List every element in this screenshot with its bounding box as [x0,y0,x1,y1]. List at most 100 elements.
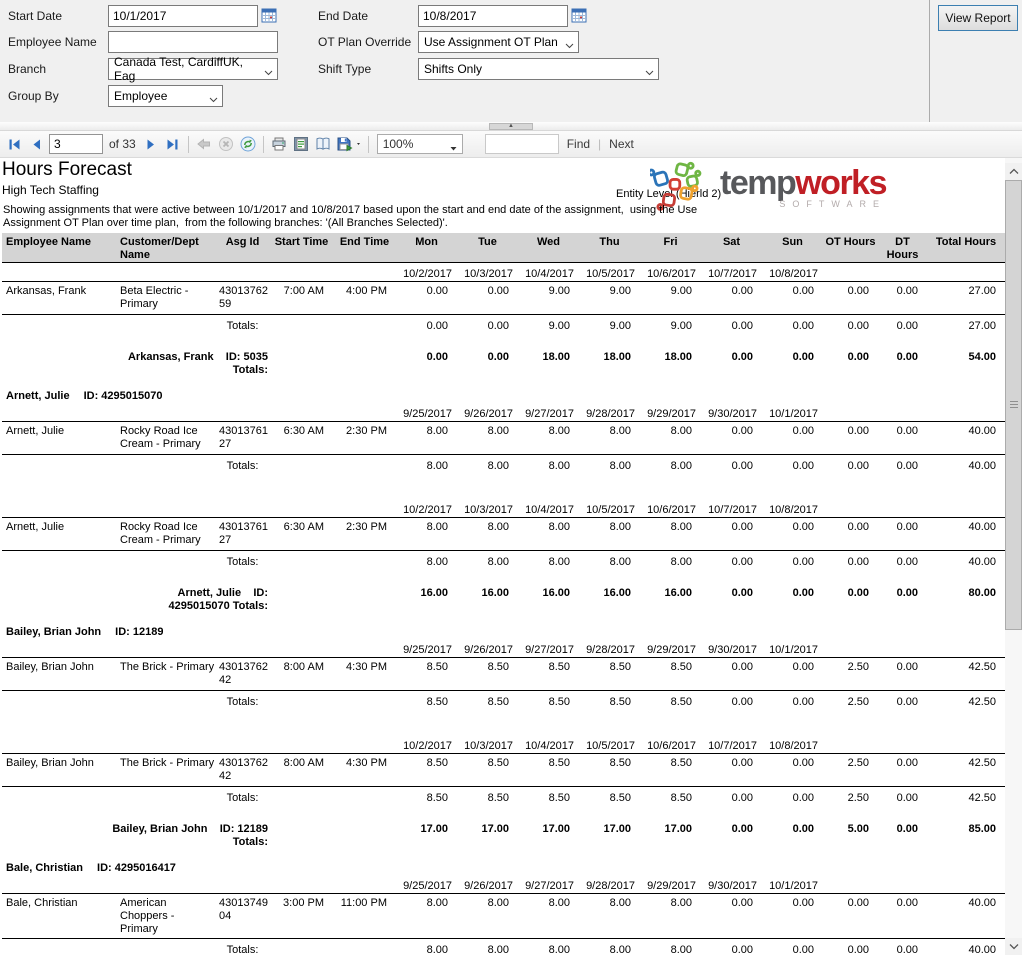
date-cell: 10/6/2017 [647,740,696,752]
day-hours-cell: 0.00 [731,425,753,437]
empty-cell [333,944,396,955]
start-date-input[interactable] [108,5,258,27]
day-total-cell: 8.50 [548,696,570,708]
week-dates-row: 10/2/2017 10/3/2017 10/4/2017 10/5/2017 10/6… [2,735,1005,754]
date-cell: 9/26/2017 [464,408,513,420]
customer-cell: The Brick - Primary [120,757,215,769]
day-total-cell: 8.50 [670,696,692,708]
end-date-calendar-icon[interactable] [571,7,589,25]
employee-name-cell: Bale, Christian [6,897,78,909]
group-header-row: Bale, Christian ID: 4295016417 [2,859,1005,875]
first-page-icon[interactable] [3,133,25,155]
day-hours-cell: 8.50 [487,661,509,673]
group-grand-total-cell: 54.00 [968,351,996,363]
shift-type-label: Shift Type [318,62,372,76]
group-day-total-cell: 17.00 [542,823,570,835]
customer-cell: Rocky Road Ice Cream - Primary [120,425,201,450]
date-cell: 10/8/2017 [769,504,818,516]
back-icon[interactable] [193,133,215,155]
day-total-cell: 9.00 [609,320,631,332]
print-icon[interactable] [268,133,290,155]
employee-name-input[interactable] [108,31,278,53]
date-cell: 10/4/2017 [525,740,574,752]
start-time-cell: 8:00 AM [283,757,324,769]
group-day-total-cell: 18.00 [603,351,631,363]
date-cell: 9/27/2017 [525,880,574,892]
employee-name-cell: Arnett, Julie [6,521,65,533]
group-by-select[interactable]: Employee [108,85,223,107]
date-cell: 10/7/2017 [708,268,757,280]
spacer-row [2,807,1005,821]
totals-row: Totals: 8.00 8.00 8.00 8.00 8.00 0.00 0.00 0.00 0… [2,551,1005,571]
ot-plan-override-select[interactable]: Use Assignment OT Plan [418,31,579,53]
day-total-cell: 8.00 [487,556,509,568]
assignment-row: Bailey, Brian John The Brick - Primary 430… [2,658,1005,691]
last-page-icon[interactable] [162,133,184,155]
totals-label: Totals: [226,460,259,472]
group-header-row: Arnett, Julie ID: 4295015070 [2,387,1005,403]
group-totals-label: Bailey, Brian John ID: 12189 Totals: [112,823,268,848]
day-hours-cell: 8.00 [548,425,570,437]
date-cell: 10/3/2017 [464,740,513,752]
find-text-input[interactable] [484,134,559,154]
date-cell: 10/6/2017 [647,504,696,516]
current-page-input[interactable] [49,134,103,154]
day-hours-cell: 8.00 [487,425,509,437]
day-hours-cell: 0.00 [731,661,753,673]
day-hours-cell: 0.00 [792,425,814,437]
start-date-calendar-icon[interactable] [261,7,279,25]
day-hours-cell: 9.00 [609,285,631,297]
collapse-parameters-handle[interactable]: ▲ [489,123,533,130]
branch-select[interactable]: Canada Test, CardiffUK, Eag [108,55,278,83]
stop-icon[interactable] [215,133,237,155]
scroll-up-icon[interactable] [1005,163,1022,180]
day-hours-cell: 0.00 [731,757,753,769]
day-total-cell: 8.00 [609,944,631,955]
shift-type-select[interactable]: Shifts Only [418,58,659,80]
end-time-cell: 4:30 PM [346,757,387,769]
asg-id-cell: 43013762 59 [219,285,268,310]
day-hours-cell: 0.00 [792,897,814,909]
dt-total-cell: 0.00 [896,792,918,804]
column-header: Tue [478,236,497,248]
ot-total-cell: 0.00 [847,556,869,568]
day-total-cell: 0.00 [792,556,814,568]
day-hours-cell: 0.00 [792,661,814,673]
end-date-input[interactable] [418,5,568,27]
previous-page-icon[interactable] [25,133,47,155]
next-page-icon[interactable] [140,133,162,155]
date-cell: 9/28/2017 [586,880,635,892]
day-hours-cell: 8.00 [426,425,448,437]
view-report-button[interactable]: View Report [938,5,1018,31]
day-hours-cell: 8.50 [487,757,509,769]
start-time-cell: 6:30 AM [283,425,324,437]
ot-hours-cell: 0.00 [847,285,869,297]
asg-id-cell: 43013761 27 [219,521,268,546]
scrollbar-thumb[interactable] [1005,180,1022,630]
find-button[interactable]: Find [567,137,590,151]
column-header: Fri [663,236,678,248]
scroll-down-icon[interactable] [1005,938,1022,955]
week-dates-row: 10/2/2017 10/3/2017 10/4/2017 10/5/2017 10/6… [2,263,1005,282]
export-icon[interactable] [334,133,364,155]
page-setup-icon[interactable] [312,133,334,155]
day-total-cell: 8.50 [487,696,509,708]
refresh-icon[interactable] [237,133,259,155]
tempworks-wordmark: tempworks [720,163,887,202]
zoom-select[interactable]: 100% [376,134,463,154]
report-viewer-window: Start Date End Date Employee Name OT Pla… [0,0,1022,955]
find-next-button[interactable]: Next [609,137,634,151]
empty-cell [270,587,333,613]
date-cell: 10/4/2017 [525,504,574,516]
ot-total-cell: 2.50 [847,696,869,708]
day-hours-cell: 8.50 [548,757,570,769]
group-employee-name: Arnett, Julie [6,390,70,402]
spacer-row [2,615,1005,623]
report-title: Hours Forecast [2,159,132,180]
print-layout-icon[interactable] [290,133,312,155]
spacer-row [2,711,1005,735]
dt-hours-cell: 0.00 [896,757,918,769]
group-employee-name: Bale, Christian [6,862,84,874]
day-hours-cell: 8.50 [426,661,448,673]
empty-cell [333,823,396,849]
